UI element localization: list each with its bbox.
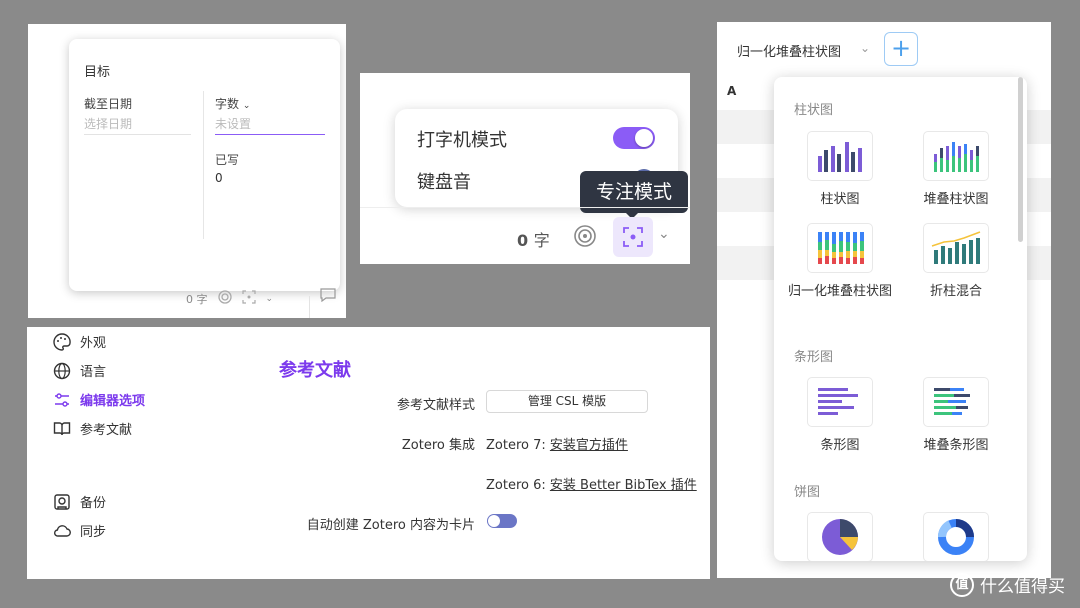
- goal-panel: 目标 截至日期 选择日期 字数 ⌄ 未设置 已写 0 0 字 ⌄: [28, 24, 346, 318]
- chevron-down-icon: ⌄: [242, 101, 251, 111]
- nav-references[interactable]: 参考文献: [53, 419, 132, 438]
- column-header-a: A: [727, 84, 737, 98]
- zotero6-install-link[interactable]: 安装 Better BibTex 插件: [550, 478, 697, 493]
- option-label: 条形图: [820, 438, 860, 453]
- nav-language[interactable]: 语言: [53, 361, 106, 380]
- stacked-bar-chart-icon: [934, 142, 979, 172]
- bar-line-chart-icon: [931, 231, 981, 264]
- normalized-stacked-bar-option[interactable]: [807, 223, 873, 273]
- zotero6-row: Zotero 6: 安装 Better BibTex 插件: [486, 474, 697, 493]
- typewriter-toggle[interactable]: [613, 127, 655, 149]
- chat-icon[interactable]: [320, 288, 336, 306]
- option-label: 堆叠条形图: [923, 438, 989, 453]
- written-value: 0: [215, 171, 223, 185]
- focus-icon[interactable]: [241, 290, 256, 307]
- horizontal-bar-option[interactable]: [807, 377, 873, 427]
- nav-label: 外观: [80, 336, 107, 351]
- target-icon[interactable]: [217, 290, 232, 307]
- watermark-logo-icon: 值: [950, 572, 974, 597]
- manage-csl-button[interactable]: 管理 CSL 模版: [486, 390, 648, 413]
- stacked-horizontal-bar-option[interactable]: [923, 377, 989, 427]
- section-title: 参考文献: [279, 360, 351, 381]
- scrollbar[interactable]: [1018, 77, 1023, 242]
- metric-select[interactable]: 字数 ⌄: [215, 95, 250, 112]
- nav-label: 语言: [80, 365, 107, 380]
- keyboard-sound-label: 键盘音: [417, 172, 471, 193]
- focus-icon: [623, 227, 643, 247]
- zotero7-row: Zotero 7: 安装官方插件: [486, 434, 628, 453]
- written-label: 已写: [215, 153, 240, 167]
- stacked-horizontal-bar-chart-icon: [934, 388, 970, 415]
- option-label: 折柱混合: [929, 284, 982, 299]
- nav-backup[interactable]: 备份: [53, 492, 106, 511]
- book-icon: [53, 421, 71, 435]
- backup-icon: [54, 493, 70, 510]
- bar-chart-icon: [818, 142, 862, 172]
- watermark-text: 什么值得买: [980, 577, 1065, 597]
- donut-chart-icon: [938, 519, 974, 555]
- option-label: 归一化堆叠柱状图: [787, 284, 892, 299]
- nav-label: 编辑器选项: [80, 394, 146, 409]
- nav-label: 参考文献: [80, 423, 133, 438]
- word-count-number: 0: [517, 231, 529, 250]
- watermark: 值 什么值得买: [950, 572, 1065, 597]
- zotero7-install-link[interactable]: 安装官方插件: [550, 438, 628, 453]
- csl-label: 参考文献样式: [396, 398, 475, 413]
- chart-picker-panel: 归一化堆叠柱状图 ⌄ + A 柱状图 柱状图 堆叠柱状图 归一化堆叠柱状图 折柱…: [717, 22, 1051, 578]
- mini-footer: 0 字 ⌄: [186, 290, 273, 307]
- auto-create-toggle[interactable]: [487, 514, 517, 528]
- typewriter-label: 打字机模式: [417, 130, 507, 151]
- chart-type-select[interactable]: 归一化堆叠柱状图: [737, 41, 841, 60]
- donut-chart-option[interactable]: [923, 512, 989, 561]
- footer-divider: [360, 207, 690, 208]
- chevron-down-icon[interactable]: ⌄: [658, 226, 670, 242]
- metric-input[interactable]: 未设置: [215, 115, 325, 135]
- pie-chart-icon: [822, 519, 858, 555]
- settings-panel: 外观 语言 编辑器选项 参考文献 备份 同步 参考文献 参考文献样式 管理 CS…: [27, 327, 710, 579]
- chevron-down-icon[interactable]: ⌄: [266, 294, 274, 304]
- group-title: 条形图: [794, 350, 834, 365]
- deadline-label: 截至日期: [84, 97, 133, 111]
- word-count: 0 字: [517, 227, 550, 251]
- pie-chart-option[interactable]: [807, 512, 873, 561]
- deadline-input[interactable]: 选择日期: [84, 115, 191, 135]
- auto-create-label: 自动创建 Zotero 内容为卡片: [306, 518, 475, 533]
- divider: [309, 296, 310, 318]
- nav-editor-options[interactable]: 编辑器选项: [53, 390, 145, 409]
- bar-line-mix-option[interactable]: [923, 223, 989, 273]
- group-title: 柱状图: [794, 103, 834, 118]
- globe-icon: [53, 362, 71, 379]
- option-label: 柱状图: [820, 192, 860, 207]
- word-count: 0 字: [186, 292, 208, 306]
- option-label: 堆叠柱状图: [923, 192, 989, 207]
- word-count-unit: 字: [533, 231, 550, 250]
- group-title: 饼图: [794, 485, 821, 500]
- horizontal-bar-chart-icon: [818, 388, 858, 415]
- target-icon[interactable]: [573, 224, 597, 252]
- goal-popover: 目标 截至日期 选择日期 字数 ⌄ 未设置 已写 0: [69, 39, 340, 291]
- sliders-icon: [55, 392, 69, 407]
- add-button[interactable]: +: [884, 32, 918, 66]
- chevron-down-icon[interactable]: ⌄: [860, 41, 870, 55]
- zotero7-prefix: Zotero 7:: [486, 438, 550, 453]
- focus-mode-button[interactable]: [613, 217, 653, 257]
- zotero6-prefix: Zotero 6:: [486, 478, 550, 493]
- bar-chart-option[interactable]: [807, 131, 873, 181]
- chart-type-menu: 柱状图 柱状图 堆叠柱状图 归一化堆叠柱状图 折柱混合 条形图 条形图 堆叠条形…: [774, 77, 1027, 561]
- nav-sync[interactable]: 同步: [53, 521, 106, 540]
- palette-icon: [53, 332, 71, 351]
- stacked-bar-option[interactable]: [923, 131, 989, 181]
- goal-divider: [203, 91, 204, 239]
- nav-appearance[interactable]: 外观: [53, 332, 106, 351]
- typewriter-panel: 打字机模式 键盘音 专注模式 0 字 ⌄: [360, 73, 690, 264]
- metric-label: 字数: [215, 97, 240, 111]
- normalized-stacked-bar-chart-icon: [818, 232, 864, 264]
- nav-label: 备份: [80, 496, 107, 511]
- goal-title: 目标: [84, 65, 111, 80]
- cloud-icon: [54, 524, 71, 537]
- nav-label: 同步: [80, 525, 107, 540]
- zotero-label: Zotero 集成: [401, 438, 475, 453]
